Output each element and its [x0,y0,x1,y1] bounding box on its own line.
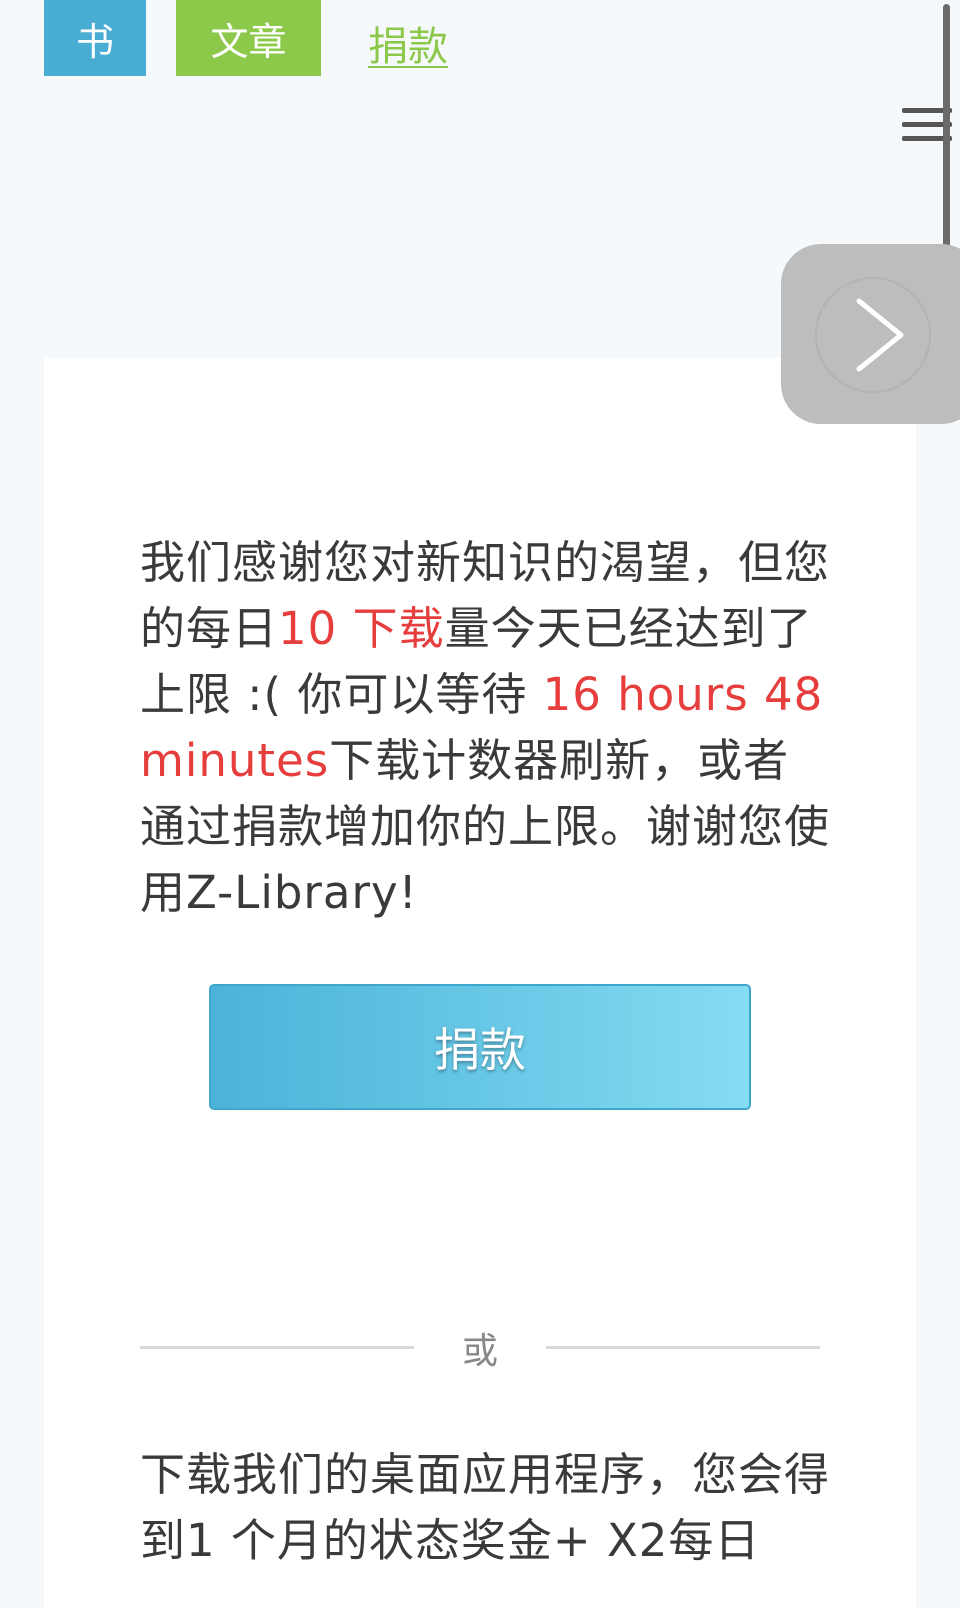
desktop-app-promo-text: 下载我们的桌面应用程序，您会得到1 个月的状态奖金+ X2每日 [140,1448,831,1567]
tab-books[interactable]: 书 [44,0,146,76]
top-navigation: 书 文章 捐款 [0,0,960,80]
tab-articles[interactable]: 文章 [176,0,321,76]
donate-button[interactable]: 捐款 [209,984,751,1110]
download-limit-message: 我们感谢您对新知识的渴望，但您的每日10 下载量今天已经达到了上限 :( 你可以… [140,530,830,926]
chevron-right-icon [856,298,904,372]
divider-line-left [140,1346,414,1349]
scrollbar[interactable] [943,4,950,252]
floating-next-button[interactable] [781,244,960,424]
divider-line-right [546,1346,820,1349]
nav-donate-link[interactable]: 捐款 [368,14,448,72]
divider-or-text: 或 [461,1331,498,1372]
daily-limit-highlight: 10 下载 [278,602,445,655]
